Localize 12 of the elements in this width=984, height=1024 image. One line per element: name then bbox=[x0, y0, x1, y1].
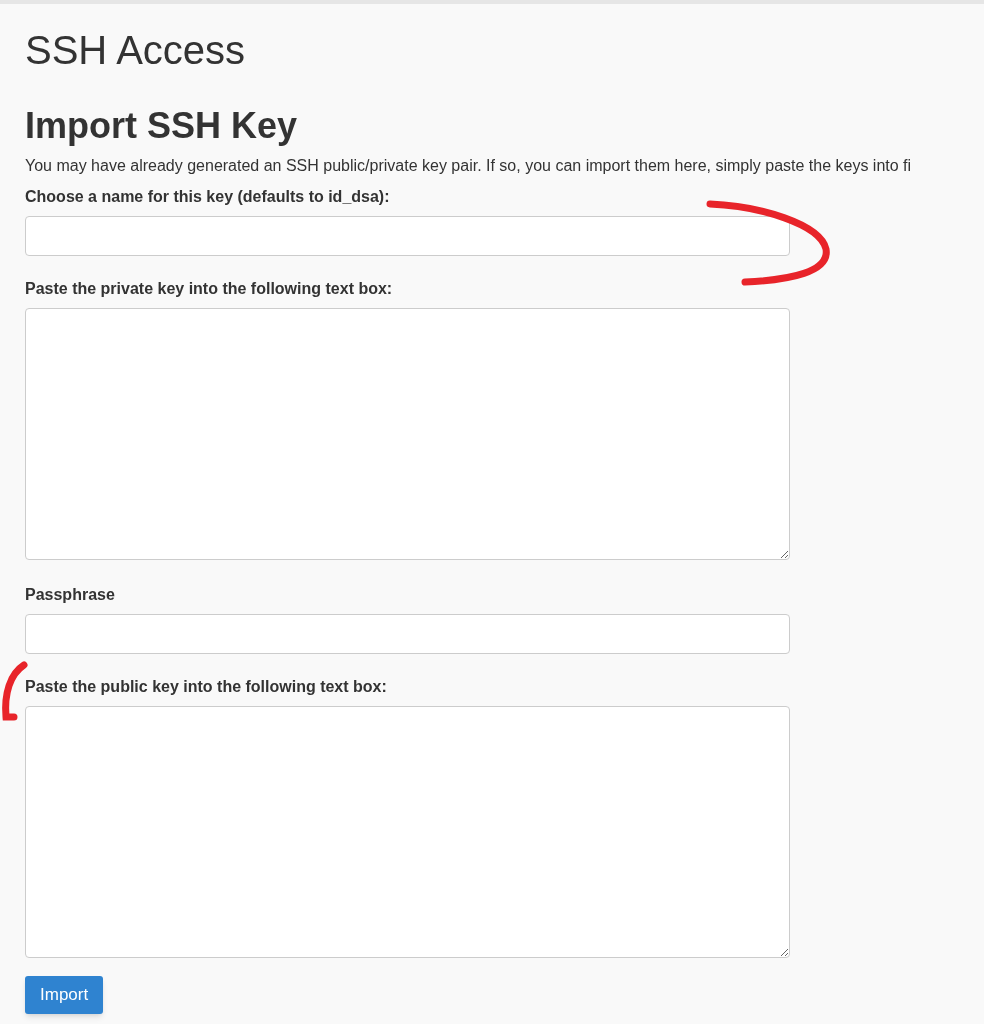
description-text: You may have already generated an SSH public/private key pair. If so, you can import them here, simply paste the keys into fi bbox=[25, 156, 912, 176]
import-button[interactable]: Import bbox=[25, 976, 104, 1014]
field-label: Paste the public key into the following text box: bbox=[25, 677, 387, 697]
field-label: Choose a name for this key (defaults to id_dsa): bbox=[25, 187, 390, 207]
field-label: Paste the private key into the following text box: bbox=[25, 279, 393, 299]
input-field[interactable] bbox=[25, 216, 790, 256]
text-area[interactable] bbox=[25, 706, 790, 958]
page-title: SSH Access bbox=[25, 27, 246, 74]
text-area[interactable] bbox=[25, 308, 790, 560]
section-title: Import SSH Key bbox=[25, 104, 298, 148]
input-field[interactable] bbox=[25, 614, 790, 654]
field-label: Passphrase bbox=[25, 585, 115, 605]
